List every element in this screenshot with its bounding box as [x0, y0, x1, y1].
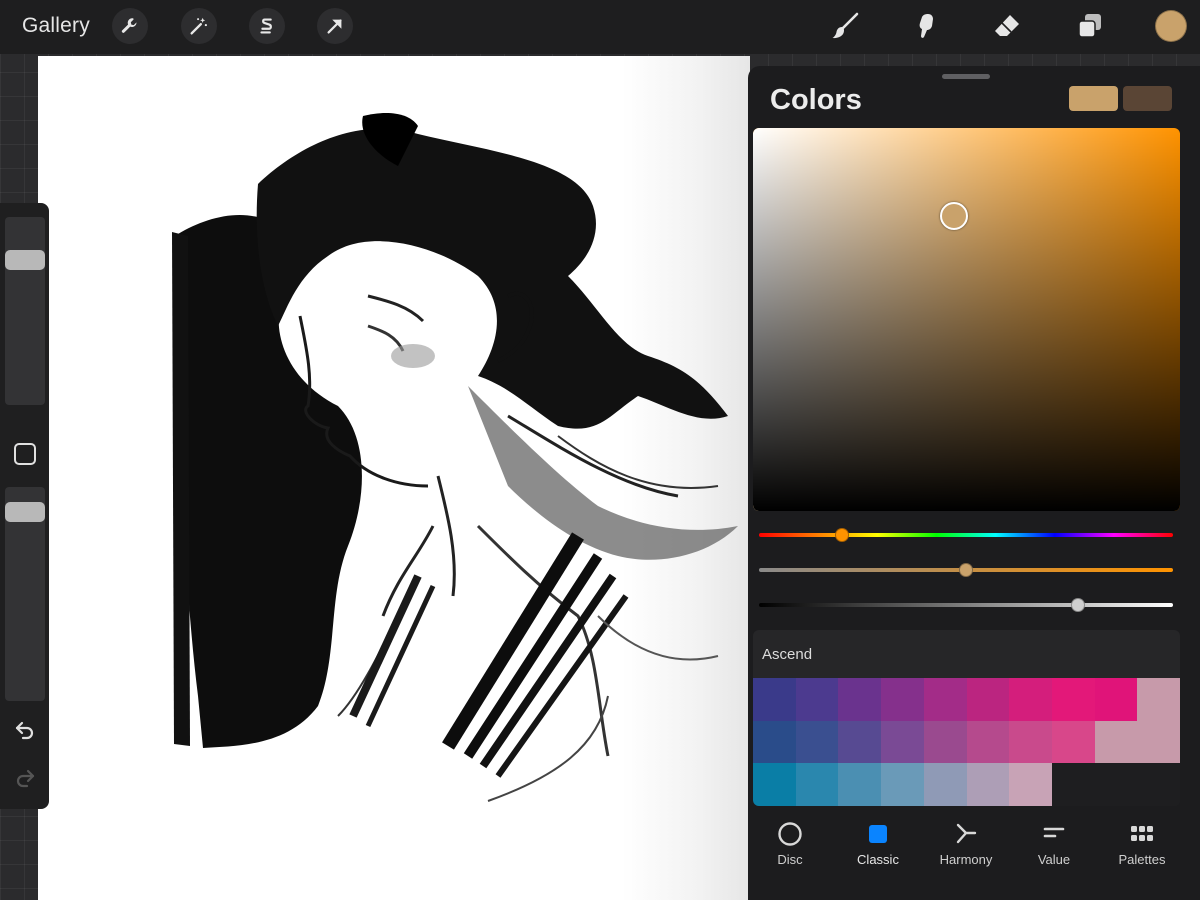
wrench-icon: [121, 18, 137, 33]
square-modify-icon[interactable]: [14, 443, 36, 465]
colors-panel: Colors Ascend Disc Classic Harmony Value…: [748, 66, 1200, 900]
saturation-brightness-square[interactable]: [753, 128, 1180, 511]
palette-swatch[interactable]: [838, 763, 882, 806]
palette-swatch[interactable]: [966, 678, 1010, 721]
tab-label: Classic: [857, 852, 899, 867]
harmony-icon: [953, 821, 979, 847]
tab-value[interactable]: Value: [1010, 811, 1098, 871]
brightness-slider[interactable]: [759, 598, 1173, 612]
sketch-artwork: [172, 113, 738, 802]
palette-swatch[interactable]: [881, 763, 924, 806]
palette-swatch[interactable]: [795, 763, 839, 806]
palette-swatch[interactable]: [795, 678, 839, 721]
secondary-color-swatch[interactable]: [1123, 86, 1172, 111]
panel-grabber[interactable]: [942, 74, 990, 79]
primary-color-swatch[interactable]: [1069, 86, 1118, 111]
palette-swatch[interactable]: [881, 720, 924, 764]
transform-arrow-icon: [327, 19, 342, 34]
redo-button[interactable]: [12, 765, 38, 791]
brush-tool-button[interactable]: [828, 9, 862, 43]
classic-square-icon: [865, 821, 891, 847]
opacity-slider-thumb[interactable]: [5, 502, 45, 522]
palette-swatch[interactable]: [923, 678, 967, 721]
saturation-slider-thumb[interactable]: [959, 563, 973, 577]
palette-swatch[interactable]: [1009, 763, 1052, 806]
palette-swatch[interactable]: [753, 678, 796, 721]
palette-swatch[interactable]: [923, 720, 967, 764]
tab-label: Harmony: [939, 852, 993, 867]
palette-swatch[interactable]: [923, 763, 967, 806]
color-picker-handle[interactable]: [939, 202, 968, 231]
top-toolbar: Gallery: [0, 0, 1200, 54]
palette-swatch[interactable]: [881, 678, 924, 721]
palette-swatch[interactable]: [1094, 678, 1138, 721]
palette-swatch[interactable]: [1051, 763, 1095, 806]
redo-icon: [16, 769, 35, 788]
palettes-grid-icon: [1129, 821, 1155, 847]
layers-button[interactable]: [1073, 9, 1107, 43]
tab-label: Palettes: [1118, 852, 1166, 867]
tab-palettes[interactable]: Palettes: [1098, 811, 1186, 871]
current-color-button[interactable]: [1155, 10, 1187, 42]
brush-size-slider-thumb[interactable]: [5, 250, 45, 270]
layers-icon: [1078, 14, 1101, 38]
palette-swatch[interactable]: [1137, 678, 1180, 721]
palette-swatch[interactable]: [838, 678, 882, 721]
left-sidebar: [0, 203, 49, 809]
hue-slider[interactable]: [759, 528, 1173, 542]
palette-swatch[interactable]: [1051, 678, 1095, 721]
palette-swatch[interactable]: [1051, 720, 1095, 764]
eraser-icon: [995, 15, 1019, 36]
palette-grid: [753, 678, 1180, 806]
magic-wand-icon: [190, 17, 207, 35]
palette-swatch[interactable]: [966, 763, 1010, 806]
brush-icon: [832, 12, 859, 39]
palette-section: Ascend: [753, 630, 1180, 806]
eraser-tool-button[interactable]: [990, 9, 1024, 43]
drawing-canvas[interactable]: [38, 56, 750, 900]
tab-label: Value: [1037, 852, 1071, 867]
palette-swatch[interactable]: [1009, 678, 1052, 721]
brightness-slider-thumb[interactable]: [1070, 598, 1085, 612]
palette-swatch[interactable]: [838, 720, 882, 764]
hue-slider-thumb[interactable]: [834, 528, 849, 542]
selection-icon: [260, 18, 272, 34]
disc-icon: [777, 821, 803, 847]
actions-button[interactable]: [112, 8, 148, 44]
undo-button[interactable]: [12, 717, 38, 743]
palette-swatch[interactable]: [753, 720, 796, 764]
palette-swatch[interactable]: [1137, 763, 1180, 806]
value-bars-icon: [1041, 821, 1067, 847]
palette-swatch[interactable]: [1094, 720, 1138, 764]
palette-swatch[interactable]: [1094, 763, 1138, 806]
tab-classic[interactable]: Classic: [834, 811, 922, 871]
undo-icon: [15, 721, 34, 740]
panel-title: Colors: [770, 84, 862, 116]
adjustments-button[interactable]: [181, 8, 217, 44]
palette-swatch[interactable]: [753, 763, 796, 806]
palette-swatch[interactable]: [1009, 720, 1052, 764]
brush-size-slider[interactable]: [5, 217, 45, 405]
palette-swatch[interactable]: [966, 720, 1010, 764]
transform-button[interactable]: [317, 8, 353, 44]
palette-name: Ascend: [762, 646, 813, 663]
tab-label: Disc: [777, 852, 803, 867]
tab-disc[interactable]: Disc: [746, 811, 834, 871]
smudge-icon: [919, 14, 933, 38]
smudge-tool-button[interactable]: [909, 9, 943, 43]
gallery-button[interactable]: Gallery: [22, 14, 90, 38]
palette-swatch[interactable]: [795, 720, 839, 764]
color-mode-tabbar: Disc Classic Harmony Value Palettes: [748, 811, 1200, 871]
palette-swatch[interactable]: [1137, 720, 1180, 764]
tab-harmony[interactable]: Harmony: [922, 811, 1010, 871]
selection-button[interactable]: [249, 8, 285, 44]
brightness-layer: [753, 128, 1180, 511]
saturation-slider[interactable]: [759, 563, 1173, 577]
